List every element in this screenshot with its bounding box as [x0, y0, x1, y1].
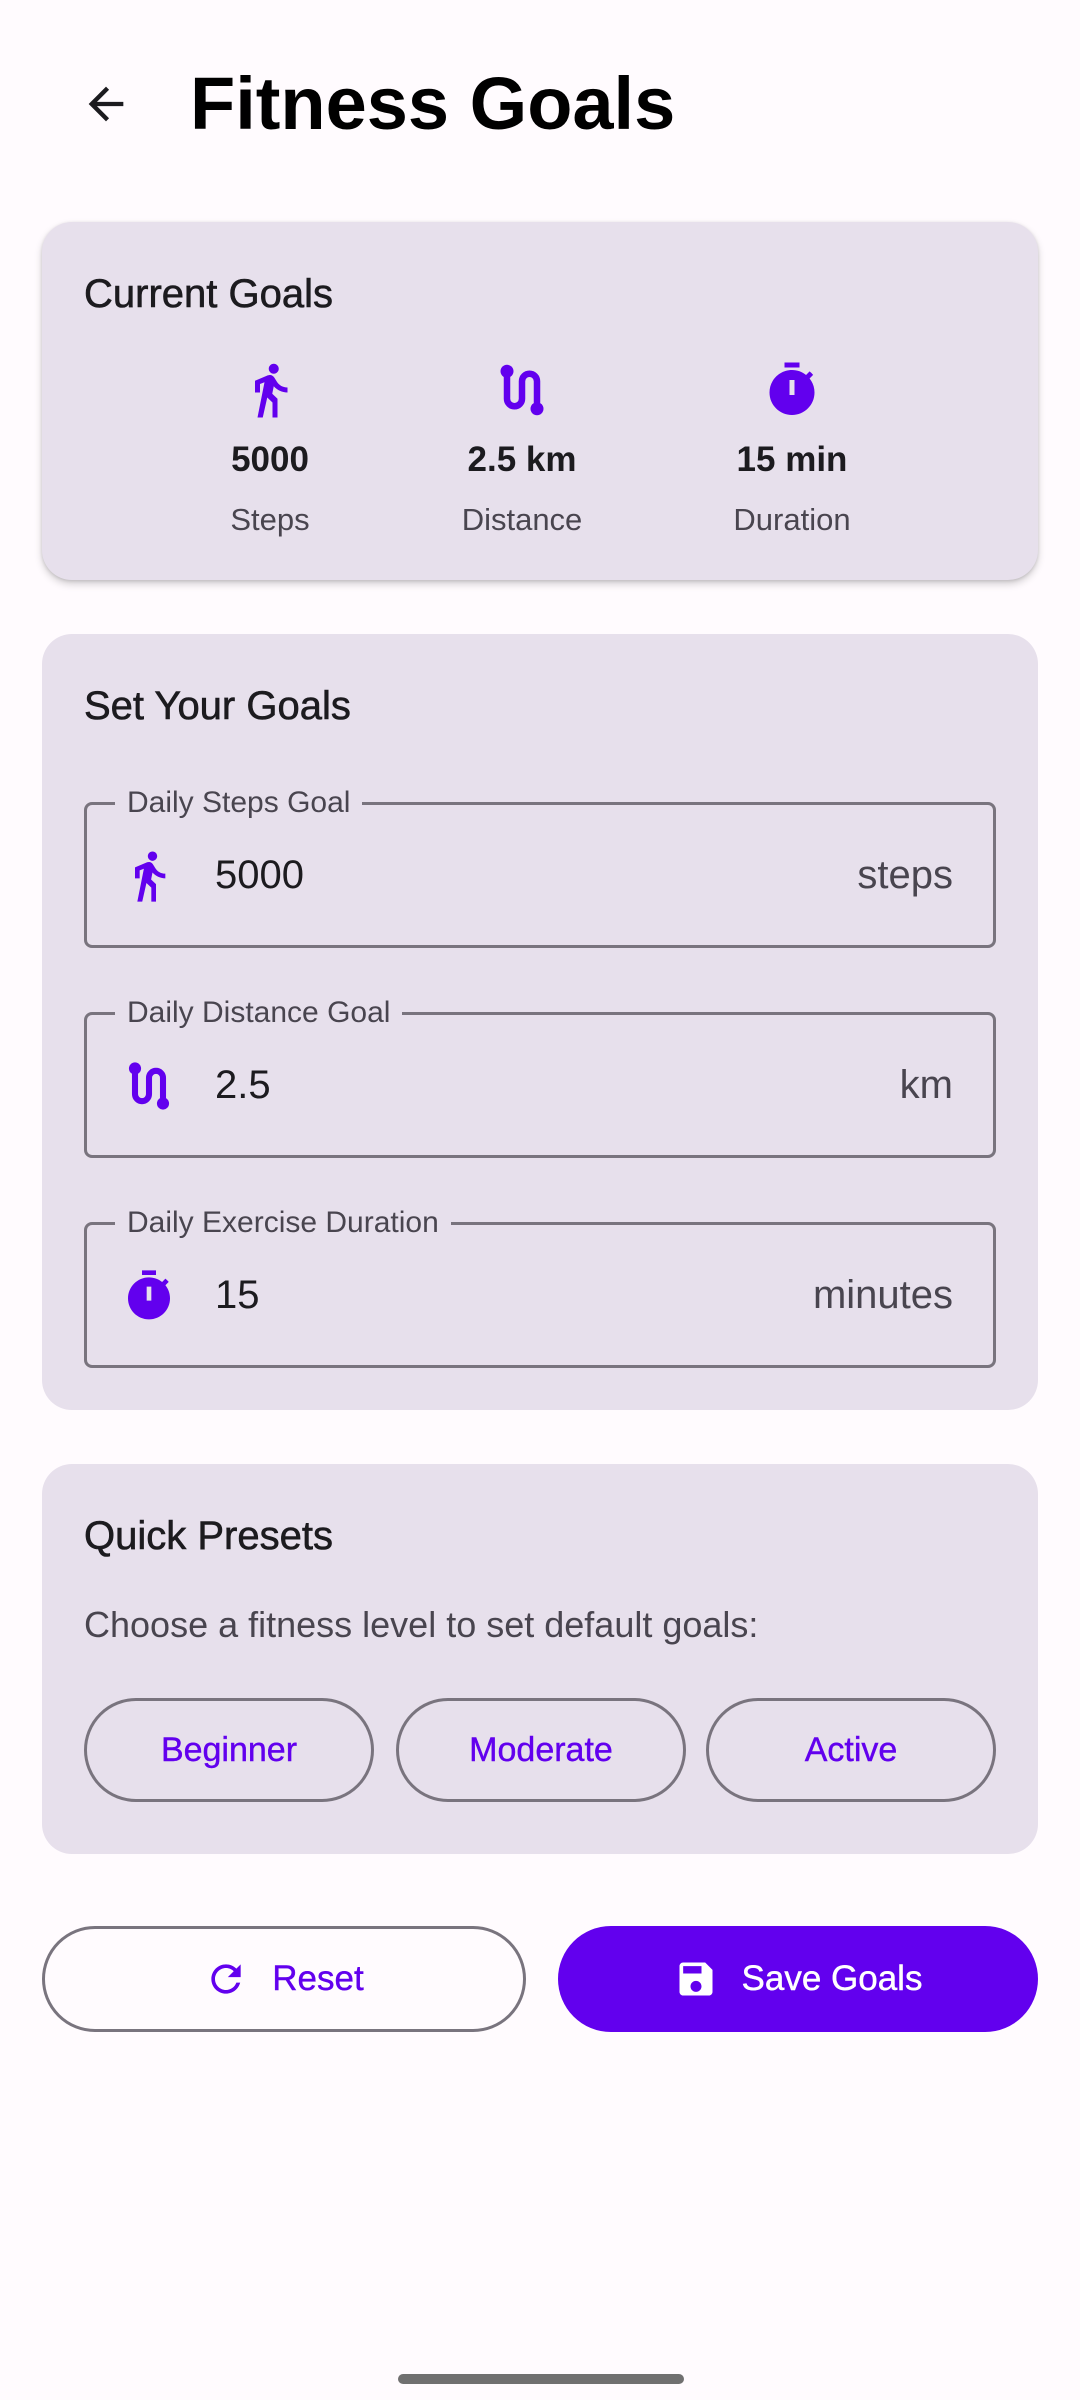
reset-label: Reset [272, 1959, 364, 1998]
top-app-bar: Fitness Goals [0, 0, 1080, 210]
arrow-back-icon [88, 86, 124, 122]
distance-suffix: km [899, 1063, 953, 1107]
walk-icon [135, 851, 166, 902]
steps-goal-field[interactable]: Daily Steps Goal 5000 steps [84, 783, 996, 948]
route-icon [128, 1062, 170, 1110]
refresh-icon [211, 1964, 241, 1994]
timer-icon [769, 362, 815, 415]
home-indicator[interactable] [398, 2374, 684, 2384]
save-icon [679, 1962, 713, 1996]
walk-icon [255, 363, 288, 418]
quick-presets-card: Quick Presets Choose a fitness level to … [42, 1464, 1038, 1854]
distance-label: Distance [461, 502, 583, 537]
duration-goal-field[interactable]: Daily Exercise Duration 15 minutes [84, 1203, 996, 1368]
steps-goal-input[interactable]: 5000 [215, 850, 715, 900]
presets-description: Choose a fitness level to set default go… [84, 1604, 759, 1645]
steps-label: Steps [230, 502, 310, 537]
preset-beginner-button[interactable]: Beginner [84, 1698, 374, 1802]
preset-active-button[interactable]: Active [706, 1698, 996, 1802]
duration-label: Duration [733, 502, 851, 537]
save-label: Save Goals [741, 1959, 923, 1998]
distance-goal-input[interactable]: 2.5 [215, 1060, 715, 1110]
duration-goal-input[interactable]: 15 [215, 1270, 715, 1320]
set-goals-card: Set Your Goals Daily Steps Goal 5000 ste… [42, 634, 1038, 1410]
current-goals-card: Current Goals 5000 Steps 2.5 km Distance… [42, 222, 1038, 580]
distance-goal-field[interactable]: Daily Distance Goal 2.5 km [84, 993, 996, 1158]
page-title: Fitness Goals [190, 62, 676, 145]
quick-presets-title: Quick Presets [84, 1514, 334, 1559]
distance-goal-label: Daily Distance Goal [115, 993, 403, 1033]
steps-goal-label: Daily Steps Goal [115, 783, 363, 823]
duration-suffix: minutes [812, 1273, 953, 1317]
duration-goal-label: Daily Exercise Duration [115, 1203, 451, 1243]
back-button[interactable] [66, 64, 146, 144]
save-goals-button[interactable]: Save Goals [558, 1926, 1038, 2032]
current-goals-title: Current Goals [84, 272, 334, 317]
set-goals-title: Set Your Goals [84, 684, 351, 729]
steps-value: 5000 [231, 440, 309, 479]
preset-moderate-button[interactable]: Moderate [396, 1698, 686, 1802]
duration-value: 15 min [736, 440, 848, 479]
distance-value: 2.5 km [467, 440, 577, 479]
reset-button[interactable]: Reset [42, 1926, 526, 2032]
steps-suffix: steps [857, 853, 953, 897]
timer-icon [128, 1270, 170, 1320]
route-icon [500, 364, 544, 416]
